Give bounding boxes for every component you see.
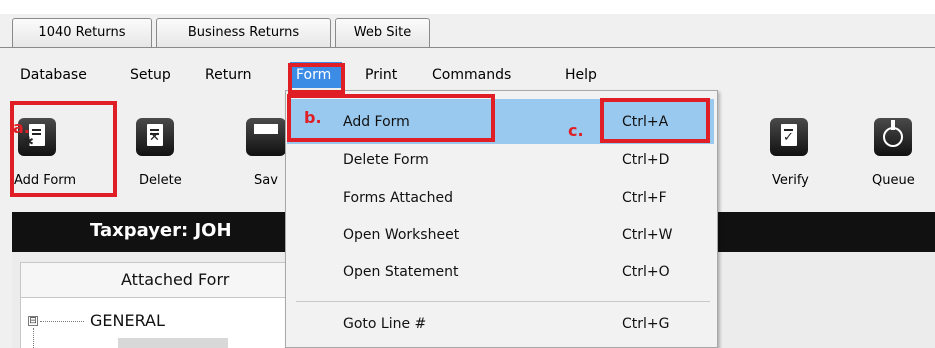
- annotation-box-form-menu: [288, 63, 345, 94]
- x-mark-icon: ✕: [149, 130, 160, 145]
- checkmark-icon: ✓: [783, 130, 794, 145]
- menu-commands[interactable]: Commands: [432, 66, 511, 84]
- menu-item-delete-form[interactable]: Delete Form: [343, 151, 429, 169]
- annotation-label-a: a.: [13, 118, 30, 137]
- shortcut-delete-form: Ctrl+D: [622, 152, 670, 168]
- tree-collapse-icon[interactable]: ⊟: [28, 316, 38, 326]
- menu-return[interactable]: Return: [205, 66, 251, 84]
- menu-item-forms-attached[interactable]: Forms Attached: [343, 189, 453, 207]
- tree-child-row[interactable]: [118, 338, 228, 348]
- shortcut-forms-attached: Ctrl+F: [622, 190, 667, 206]
- taxpayer-label: Taxpayer: JOH: [90, 220, 232, 241]
- menu-help[interactable]: Help: [565, 66, 597, 84]
- toolbar-delete-label[interactable]: Delete: [139, 173, 182, 188]
- tree-connector-vertical: [33, 328, 34, 348]
- tree-connector: [40, 321, 84, 322]
- globe-icon: [883, 127, 903, 147]
- shortcut-open-worksheet: Ctrl+W: [622, 227, 673, 243]
- menu-print[interactable]: Print: [365, 66, 397, 84]
- arrow-up-icon: [891, 120, 895, 130]
- tab-strip-divider: [0, 47, 935, 48]
- toolbar-save-label[interactable]: Sav: [254, 173, 278, 188]
- shortcut-open-statement: Ctrl+O: [622, 264, 670, 280]
- delete-form-icon[interactable]: ✕: [136, 118, 174, 156]
- menu-database[interactable]: Database: [20, 66, 87, 84]
- annotation-box-a: [10, 101, 117, 197]
- tree-node-general[interactable]: GENERAL: [90, 311, 165, 330]
- menu-separator: [296, 301, 710, 302]
- annotation-box-c: [600, 98, 710, 143]
- shortcut-goto-line: Ctrl+G: [622, 316, 670, 332]
- attached-forms-header[interactable]: Attached Forr: [20, 262, 290, 298]
- queue-globe-icon[interactable]: [874, 118, 912, 156]
- tab-web-site[interactable]: Web Site: [335, 18, 430, 48]
- toolbar-queue-label[interactable]: Queue: [872, 173, 915, 188]
- save-icon[interactable]: [246, 118, 286, 156]
- toolbar-verify-label[interactable]: Verify: [772, 173, 809, 188]
- annotation-label-b: b.: [304, 108, 322, 127]
- disk-label-icon: [254, 124, 278, 134]
- top-margin: [0, 0, 935, 14]
- annotation-label-c: c.: [568, 121, 584, 140]
- menu-item-open-worksheet[interactable]: Open Worksheet: [343, 226, 459, 244]
- verify-icon[interactable]: ✓: [770, 118, 808, 156]
- tab-1040-returns[interactable]: 1040 Returns: [12, 18, 152, 48]
- menu-setup[interactable]: Setup: [130, 66, 171, 84]
- menu-item-open-statement[interactable]: Open Statement: [343, 263, 459, 281]
- tab-business-returns[interactable]: Business Returns: [156, 18, 331, 48]
- menu-item-goto-line[interactable]: Goto Line #: [343, 315, 426, 333]
